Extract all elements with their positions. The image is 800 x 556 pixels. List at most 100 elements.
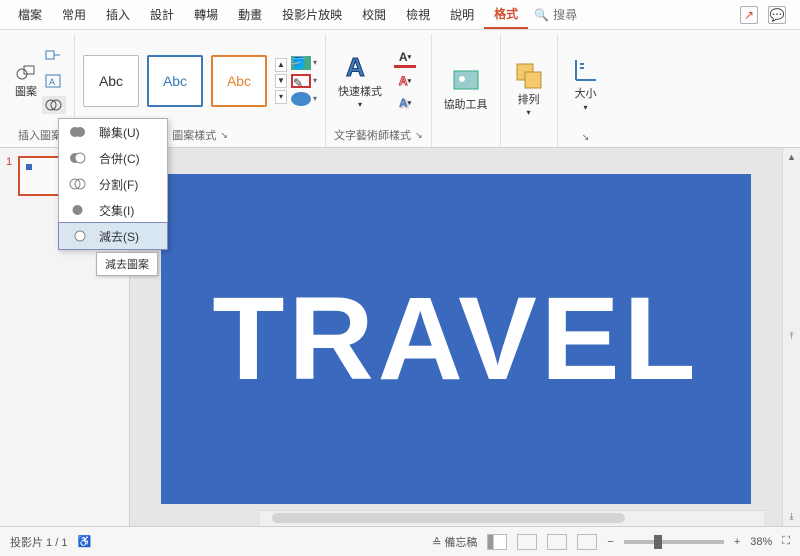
size-icon	[570, 54, 602, 86]
union-icon	[67, 123, 89, 141]
search-icon: 🔍	[534, 8, 549, 22]
arrange-label: 排列	[518, 94, 540, 106]
tab-view[interactable]: 檢視	[396, 1, 440, 28]
size-button[interactable]: 大小 ▾	[566, 52, 606, 113]
shapes-label: 圖案	[15, 83, 37, 99]
shape-gallery-icon[interactable]	[14, 63, 38, 81]
shape-fill[interactable]: 🪣▾	[291, 56, 317, 70]
tab-home[interactable]: 常用	[52, 1, 96, 28]
group-shape-styles-label: 圖案樣式	[172, 127, 216, 143]
merge-combine-label: 合併(C)	[99, 150, 140, 167]
merge-intersect-label: 交集(I)	[99, 202, 134, 219]
slide[interactable]: TRAVEL	[161, 174, 751, 504]
wordart-launcher-icon[interactable]: ↘	[415, 130, 423, 141]
notes-label: 備忘稿	[444, 537, 477, 549]
tab-design[interactable]: 設計	[140, 1, 184, 28]
quick-styles-label: 快速樣式	[338, 86, 382, 98]
fill-icon: 🪣	[291, 56, 311, 70]
tab-slideshow[interactable]: 投影片放映	[272, 1, 352, 28]
group-arrange: 排列 ▾	[501, 34, 558, 147]
zoom-out-icon[interactable]: −	[607, 536, 613, 548]
intersect-icon	[67, 201, 89, 219]
slide-counter[interactable]: 投影片 1 / 1	[10, 534, 67, 550]
sorter-view-icon[interactable]	[517, 534, 537, 550]
svg-text:A: A	[49, 77, 55, 87]
arrange-button[interactable]: 排列 ▾	[509, 58, 549, 119]
scroll-up-icon[interactable]: ▲	[787, 152, 796, 162]
gallery-up-icon[interactable]: ▲	[275, 58, 287, 72]
combine-icon	[67, 149, 89, 167]
gallery-more-icon[interactable]: ▾	[275, 90, 287, 104]
fragment-icon	[67, 175, 89, 193]
tab-help[interactable]: 說明	[440, 1, 484, 28]
menu-bar: 檔案 常用 插入 設計 轉場 動畫 投影片放映 校閱 檢視 說明 格式 🔍 搜尋…	[0, 0, 800, 30]
tab-format[interactable]: 格式	[484, 0, 528, 29]
text-effects-icon[interactable]: A▾	[394, 94, 416, 112]
comments-icon[interactable]: 💬	[768, 6, 786, 24]
text-outline-icon[interactable]: A▾	[394, 72, 416, 90]
zoom-slider[interactable]	[624, 540, 724, 544]
scroll-slide-down-icon[interactable]: ⤓	[790, 511, 794, 522]
group-accessibility: 協助工具	[432, 34, 501, 147]
tab-transitions[interactable]: 轉場	[184, 1, 228, 28]
alt-text-button[interactable]: 協助工具	[440, 63, 492, 113]
search-label: 搜尋	[553, 6, 577, 23]
shape-outline[interactable]: ✎▾	[291, 74, 317, 88]
reading-view-icon[interactable]	[547, 534, 567, 550]
merge-union[interactable]: 聯集(U)	[59, 119, 167, 145]
accessibility-status-icon[interactable]: ♿	[77, 535, 91, 548]
zoom-in-icon[interactable]: +	[734, 536, 740, 548]
size-launcher-icon[interactable]: ↘	[582, 132, 590, 143]
search[interactable]: 🔍 搜尋	[534, 6, 577, 23]
merge-shapes-icon[interactable]	[42, 96, 66, 114]
subtract-icon	[67, 227, 89, 245]
merge-shapes-dropdown: 聯集(U) 合併(C) 分割(F) 交集(I) 減去(S)	[58, 118, 168, 250]
style-swatch-3[interactable]: Abc	[211, 55, 267, 107]
merge-fragment-label: 分割(F)	[99, 176, 138, 193]
arrange-icon	[513, 60, 545, 92]
shape-style-gallery[interactable]: Abc Abc Abc ▲ ▼ ▾	[83, 55, 287, 107]
group-size: 大小 ▾ ↘	[558, 34, 614, 147]
tab-review[interactable]: 校閱	[352, 1, 396, 28]
slideshow-view-icon[interactable]	[577, 534, 597, 550]
tab-animations[interactable]: 動畫	[228, 1, 272, 28]
accessibility-label: 協助工具	[444, 99, 488, 111]
status-bar: 投影片 1 / 1 ♿ ≙ 備忘稿 − + 38% ⛶	[0, 526, 800, 556]
shape-styles-launcher-icon[interactable]: ↘	[220, 130, 228, 141]
style-swatch-1[interactable]: Abc	[83, 55, 139, 107]
merge-subtract-label: 減去(S)	[99, 228, 139, 245]
text-fill-icon[interactable]: A▾	[394, 50, 416, 68]
size-label: 大小	[575, 88, 597, 100]
tab-insert[interactable]: 插入	[96, 1, 140, 28]
thumbnail-number: 1	[6, 156, 12, 168]
merge-fragment[interactable]: 分割(F)	[59, 171, 167, 197]
merge-intersect[interactable]: 交集(I)	[59, 197, 167, 223]
alt-text-icon	[450, 65, 482, 97]
notes-button[interactable]: ≙ 備忘稿	[432, 534, 477, 550]
slide-text: TRAVEL	[212, 271, 699, 407]
merge-union-label: 聯集(U)	[99, 124, 140, 141]
normal-view-icon[interactable]	[487, 534, 507, 550]
group-wordart-styles: A 快速樣式 ▾ A▾ A▾ A▾ 文字藝術師樣式↘	[326, 34, 432, 147]
fit-to-window-icon[interactable]: ⛶	[782, 535, 790, 548]
quick-styles-icon: A	[344, 52, 376, 84]
svg-text:A: A	[346, 52, 365, 82]
share-icon[interactable]: ↗	[740, 6, 758, 24]
edit-shape-icon[interactable]	[42, 48, 66, 66]
merge-combine[interactable]: 合併(C)	[59, 145, 167, 171]
gallery-down-icon[interactable]: ▼	[275, 74, 287, 88]
zoom-level[interactable]: 38%	[750, 536, 772, 548]
tooltip: 減去圖案	[96, 252, 158, 276]
tab-file[interactable]: 檔案	[8, 1, 52, 28]
scroll-slide-up-icon[interactable]: ⤒	[790, 331, 794, 342]
outline-icon: ✎	[291, 74, 311, 88]
vertical-scrollbar[interactable]: ▲ ⤒ ⤓	[782, 148, 800, 526]
merge-subtract[interactable]: 減去(S)	[59, 223, 167, 249]
style-swatch-2[interactable]: Abc	[147, 55, 203, 107]
horizontal-scrollbar[interactable]	[260, 510, 764, 526]
effects-icon	[291, 92, 311, 106]
text-box-icon[interactable]: A	[42, 72, 66, 90]
quick-styles-button[interactable]: A 快速樣式 ▾	[334, 50, 386, 111]
shape-effects[interactable]: ▾	[291, 92, 317, 106]
slide-canvas[interactable]: TRAVEL	[130, 148, 782, 526]
